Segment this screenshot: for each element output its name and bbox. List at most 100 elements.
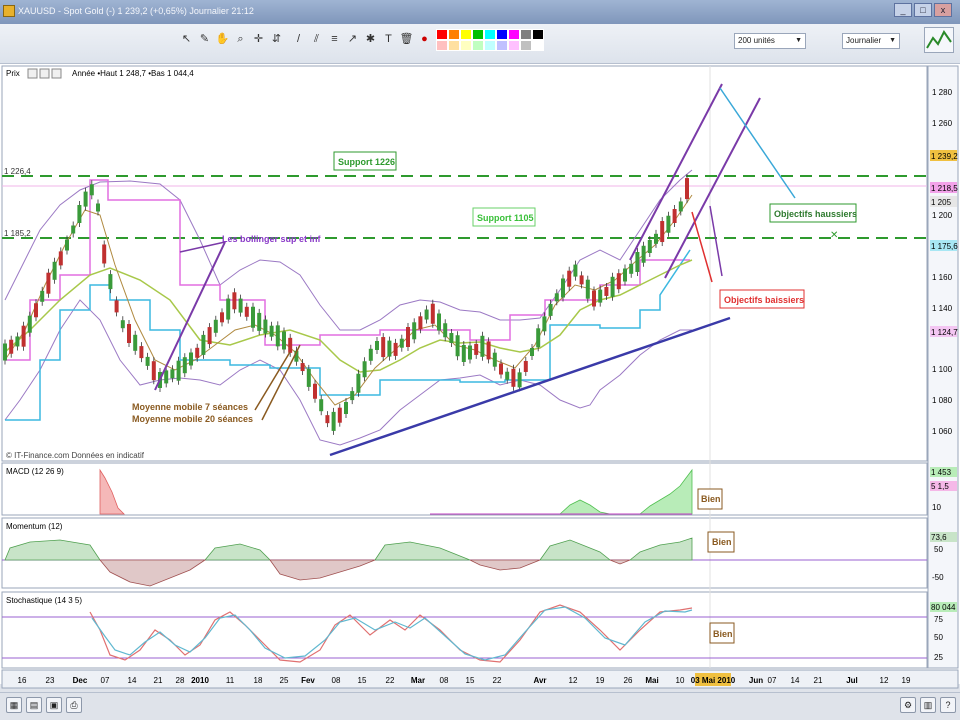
color-palette[interactable] [436,29,544,51]
candle-body [77,205,82,223]
y-tick: 1 160 [932,273,953,282]
y-tick: 1 100 [932,365,953,374]
period-select[interactable]: Journalier ▼ [842,33,900,49]
candle-body [678,201,683,212]
palette-swatch[interactable] [460,29,472,40]
stochastic-panel[interactable] [1,591,928,669]
minimize-button[interactable]: _ [894,3,912,17]
x-axis-label: Fev [301,676,315,685]
palette-swatch[interactable] [532,29,544,40]
candle-body [573,264,578,277]
new-chart-icon[interactable]: ▦ [6,697,22,713]
text-tool-icon[interactable]: T [380,31,397,48]
settings-icon[interactable]: ⚙ [900,697,916,713]
palette-swatch[interactable] [508,29,520,40]
app-icon [3,5,15,17]
channel-tool-icon[interactable]: ⫽ [308,31,325,48]
color-tool-icon[interactable]: ● [416,31,433,48]
momentum-tag: 73,6 [931,533,947,542]
candle-body [58,251,63,266]
palette-swatch[interactable] [496,29,508,40]
x-axis-label: Jul [846,676,858,685]
candle-body [449,333,454,343]
palette-swatch[interactable] [532,40,544,51]
x-axis-label: 03 Mai 2010 [691,676,736,685]
mm20-text: Moyenne mobile 20 séances [132,414,253,424]
candle-body [238,298,243,313]
save-icon[interactable]: ▣ [46,697,62,713]
candle-body [213,319,218,333]
close-button[interactable]: x [934,3,952,17]
trendline-tool-icon[interactable]: / [290,31,307,48]
macd-panel[interactable] [1,462,928,516]
palette-swatch[interactable] [484,40,496,51]
pointer-tool-icon[interactable]: ↖ [178,31,195,48]
candle-body [362,361,367,378]
candle-body [375,341,379,350]
chart-svg[interactable]: ✕ Prix Année •Haut 1 248,7 •Bas 1 044,4 … [0,64,960,692]
candle-body [561,278,565,298]
hand-tool-icon[interactable]: ✋ [214,31,231,48]
palette-swatch[interactable] [448,29,460,40]
candle-body [406,327,410,347]
gann-tool-icon[interactable]: ✱ [362,31,379,48]
candle-body [114,300,119,313]
x-axis-label: Jun [749,676,763,685]
panel-copy-icon[interactable] [39,68,50,79]
palette-swatch[interactable] [448,40,460,51]
crosshair-tool-icon[interactable]: ✛ [250,31,267,48]
panel-settings-icon[interactable] [27,68,38,79]
arrow-tool-icon[interactable]: ↗ [344,31,361,48]
wave-indicator-icon[interactable] [924,27,954,53]
candle-body [170,369,175,379]
candle-body [356,373,361,393]
candle-body [666,215,671,233]
candle-body [133,334,138,351]
maximize-button[interactable]: □ [914,3,932,17]
palette-swatch[interactable] [472,29,484,40]
candle-body [548,303,553,316]
open-icon[interactable]: ▤ [26,697,42,713]
palette-swatch[interactable] [472,40,484,51]
palette-swatch[interactable] [436,40,448,51]
candle-body [461,345,466,362]
candle-body [387,340,392,357]
price-tag: 1 205 [931,198,952,207]
candle-body [505,371,510,380]
x-axis-label: 19 [596,676,605,685]
candle-body [226,298,231,320]
window-titlebar: XAUUSD - Spot Gold (-) 1 239,2 (+0,65%) … [0,0,960,24]
zoom-tool-icon[interactable]: ⌕ [232,31,249,48]
panel-close-icon[interactable] [51,68,62,79]
palette-swatch[interactable] [520,29,532,40]
candle-body [455,335,460,357]
candle-body [517,372,522,388]
candle-body [220,312,224,323]
delete-tool-icon[interactable]: 🗑 [398,31,415,48]
candle-body [120,320,125,329]
candle-body [306,368,311,387]
palette-swatch[interactable] [436,29,448,40]
palette-swatch[interactable] [460,40,472,51]
fibonacci-tool-icon[interactable]: ≡ [326,31,343,48]
help-icon[interactable]: ? [940,697,956,713]
palette-swatch[interactable] [484,29,496,40]
hline-tool-icon[interactable]: ⇵ [268,31,285,48]
print-icon[interactable]: ⎙ [66,697,82,713]
price-tag: 1 124,7 [931,328,958,337]
layout-icon[interactable]: ▥ [920,697,936,713]
candle-body [288,337,293,353]
pencil-tool-icon[interactable]: ✎ [196,31,213,48]
palette-swatch[interactable] [520,40,532,51]
candle-body [9,339,14,354]
source-note: © IT-Finance.com Données en indicatif [6,451,145,460]
support-1105-text: Support 1105 [477,213,534,223]
palette-swatch[interactable] [496,40,508,51]
palette-swatch[interactable] [508,40,520,51]
chart-area[interactable]: ✕ Prix Année •Haut 1 248,7 •Bas 1 044,4 … [0,64,960,689]
x-axis-label: 26 [624,676,633,685]
candle-body [437,313,441,331]
window-title: XAUUSD - Spot Gold (-) 1 239,2 (+0,65%) … [18,6,254,16]
units-select[interactable]: 200 unités ▼ [734,33,806,49]
green-x-marker-icon: ✕ [830,230,838,241]
